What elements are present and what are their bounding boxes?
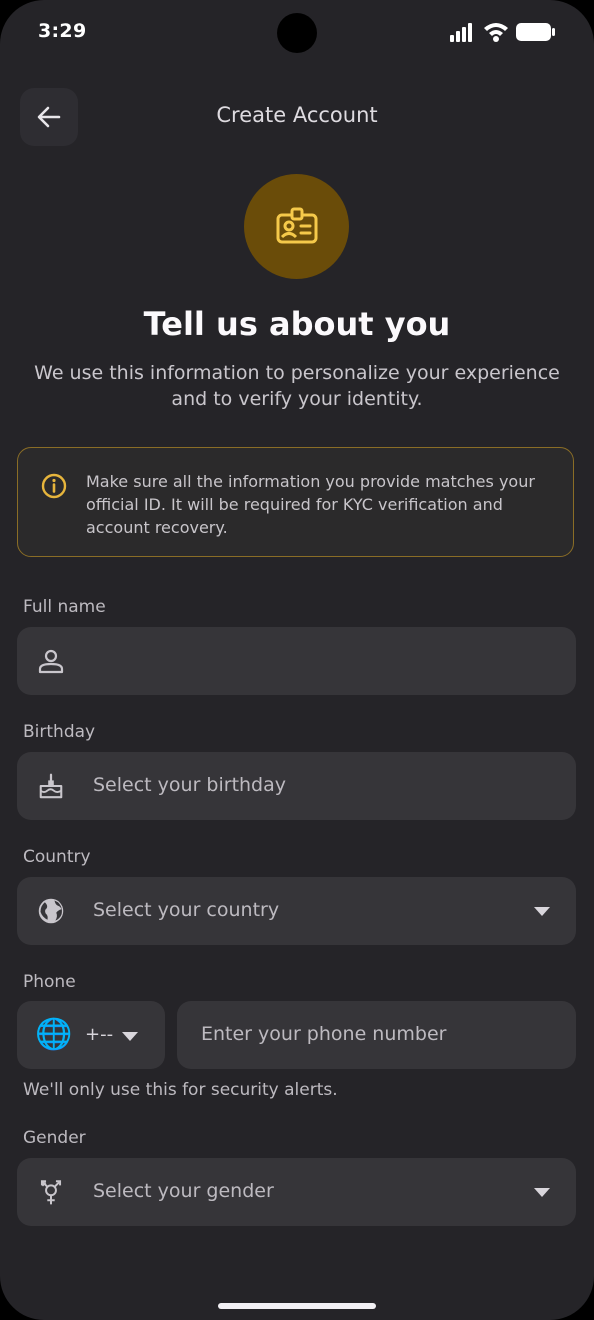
notice-text: Make sure all the information you provid…: [86, 472, 535, 537]
country-code-value: +--: [85, 1024, 114, 1045]
country-label: Country: [23, 847, 91, 867]
country-placeholder: Select your country: [93, 899, 280, 921]
gender-select[interactable]: Select your gender: [17, 1158, 576, 1226]
globe-icon: [37, 897, 65, 925]
status-bar: 3:29: [0, 0, 594, 64]
gender-placeholder: Select your gender: [93, 1180, 274, 1202]
page-title: Create Account: [216, 103, 378, 127]
wifi-icon: [484, 23, 508, 42]
gender-icon: [37, 1178, 65, 1206]
phone-input[interactable]: Enter your phone number: [177, 1001, 576, 1069]
chevron-down-icon: [122, 1032, 138, 1041]
kyc-notice: Make sure all the information you provid…: [17, 447, 574, 557]
person-icon: [37, 647, 65, 675]
country-select[interactable]: Select your country: [17, 877, 576, 945]
full-name-field[interactable]: [17, 627, 576, 695]
phone-label: Phone: [23, 972, 76, 992]
birthday-placeholder: Select your birthday: [93, 774, 287, 796]
page-subtitle: We use this information to personalize y…: [34, 362, 560, 410]
gender-label: Gender: [23, 1128, 86, 1148]
battery-icon: [516, 23, 555, 41]
full-name-label: Full name: [23, 597, 106, 617]
id-badge-avatar: [244, 174, 349, 279]
phone-hint: We'll only use this for security alerts.: [23, 1080, 338, 1100]
screen: 3:29 Create Account Tell us about you We…: [0, 0, 594, 1320]
chevron-down-icon: [534, 907, 550, 916]
cake-icon: [37, 772, 65, 800]
chevron-down-icon: [534, 1188, 550, 1197]
phone-placeholder: Enter your phone number: [201, 1023, 447, 1045]
signal-icon: [450, 23, 472, 42]
home-indicator[interactable]: [218, 1303, 376, 1309]
camera-cutout: [277, 13, 317, 53]
page-heading: Tell us about you: [143, 305, 451, 343]
info-icon: [41, 473, 67, 499]
globe-emoji-icon: 🌐: [35, 1017, 73, 1052]
id-badge-icon: [276, 207, 317, 243]
birthday-label: Birthday: [23, 722, 96, 742]
status-time: 3:29: [38, 20, 87, 42]
country-code-select[interactable]: 🌐 +--: [17, 1001, 165, 1069]
birthday-field[interactable]: Select your birthday: [17, 752, 576, 820]
